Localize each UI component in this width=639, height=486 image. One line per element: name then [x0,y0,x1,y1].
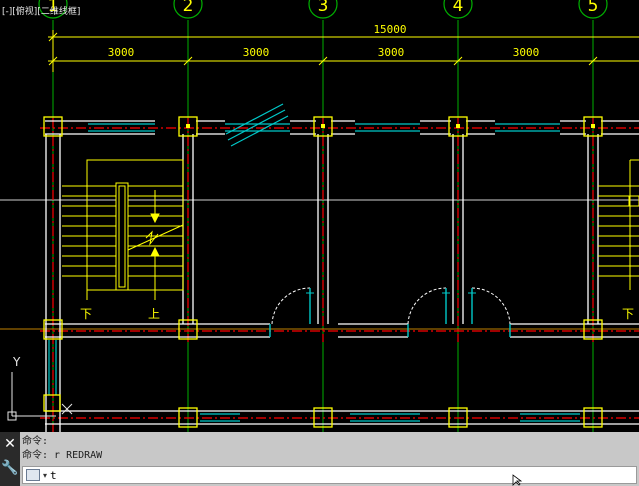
command-history-line: 命令: r REDRAW [22,450,103,461]
bay-dimension-text: 3000 [243,46,270,59]
bay-dimension-text: 3000 [513,46,540,59]
model-viewport[interactable]: [-][俯视][二维线框] 1 2 3 4 5 15000 3000 3000 … [0,0,639,432]
stair-down-label: 下 [80,307,92,321]
command-line-toolbar: ✕ 🔧 [0,432,20,486]
close-icon[interactable]: ✕ [0,432,20,456]
stair-down-label: 下 [622,307,634,321]
doors [269,287,511,337]
grid-bubble-label: 3 [318,0,329,16]
stair-up-label: 上 [148,307,160,321]
drawing-canvas: 1 2 3 4 5 15000 3000 3000 3000 3000 下 上 … [0,0,639,432]
grid-bubble-label: 2 [183,0,194,16]
ucs-y-label: Y [12,355,21,369]
command-history: 命令: 命令: r REDRAW [22,435,639,465]
grid-bubbles: 1 2 3 4 5 [38,0,608,19]
command-prompt-icon[interactable] [26,469,40,481]
viewport-controls-label[interactable]: [-][俯视][二维线框] [2,4,80,17]
command-input[interactable] [50,468,636,482]
grid-bubble-label: 4 [453,0,464,16]
view-control[interactable]: [俯视] [12,7,37,17]
wrench-icon[interactable]: 🔧 [0,456,20,480]
horizontal-grid-lines [0,199,639,330]
visual-style-control[interactable]: [二维线框] [37,7,80,17]
viewport-menu[interactable]: [-] [2,7,12,17]
command-history-line: 命令: [22,436,49,447]
windows [48,103,580,422]
right-stair [598,159,639,290]
ucs-icon [7,372,73,421]
grid-bubble-label: 5 [588,0,599,16]
overall-dimension-text: 15000 [373,23,406,36]
command-line-window[interactable]: ✕ 🔧 命令: 命令: r REDRAW ▾ [0,432,639,486]
left-stair [62,159,184,300]
chevron-down-icon[interactable]: ▾ [43,471,47,480]
mouse-cursor-icon [512,474,523,486]
bay-dimension-text: 3000 [108,46,135,59]
dimension-lines [48,30,639,72]
wall-centerlines [40,118,639,432]
command-input-row[interactable]: ▾ [22,466,637,484]
bay-dimension-text: 3000 [378,46,405,59]
